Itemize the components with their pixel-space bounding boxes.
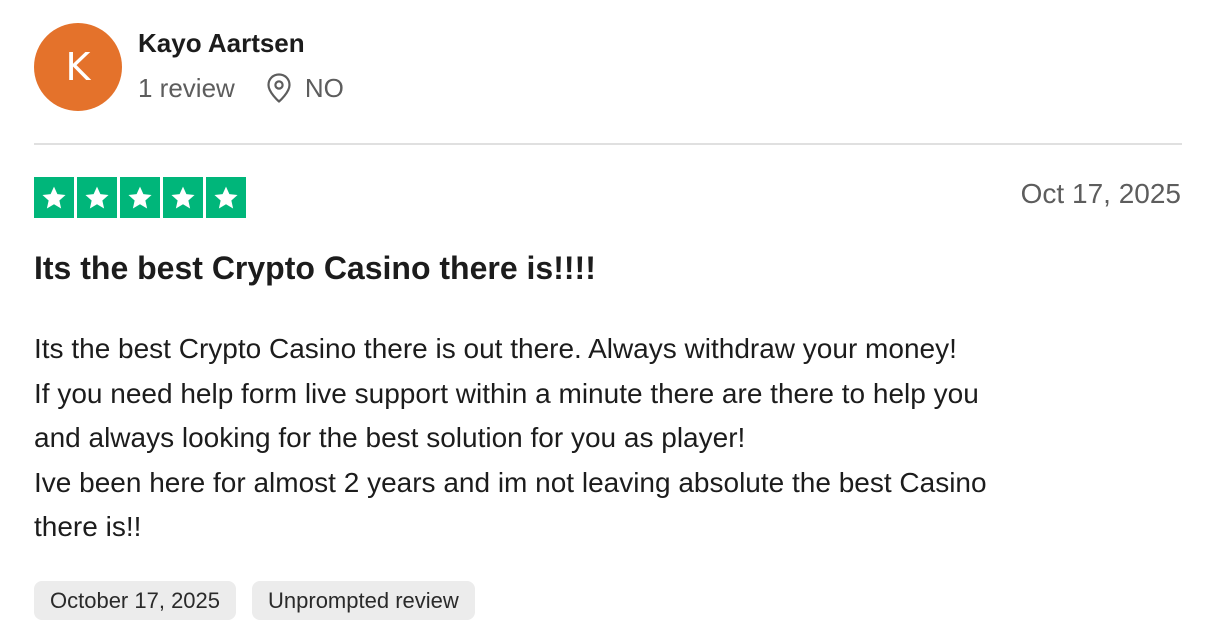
reviewer-country: NO xyxy=(304,72,344,103)
review-title[interactable]: Its the best Crypto Casino there is!!!! xyxy=(34,250,596,287)
location-pin-icon xyxy=(265,72,293,104)
review-body-line: Ive been here for almost 2 years and im … xyxy=(34,466,987,498)
review-body-line: If you need help form live support withi… xyxy=(34,377,979,409)
star-rating xyxy=(34,177,246,218)
reviewer-meta: 1 review NO xyxy=(138,70,344,106)
review-count: 1 review xyxy=(138,72,235,103)
review-tags: October 17, 2025 Unprompted review xyxy=(34,581,475,620)
avatar[interactable]: K xyxy=(34,23,122,111)
star-icon xyxy=(34,177,74,218)
review-date: Oct 17, 2025 xyxy=(1020,178,1181,209)
review-body-line: there is!! xyxy=(34,511,142,542)
review-body: Its the best Crypto Casino there is out … xyxy=(34,327,1174,550)
star-icon xyxy=(77,177,117,218)
reviewer-name[interactable]: Kayo Aartsen xyxy=(138,28,305,59)
unprompted-review-tag[interactable]: Unprompted review xyxy=(252,581,475,620)
star-icon xyxy=(120,177,160,218)
star-icon xyxy=(206,177,246,218)
review-body-line: Its the best Crypto Casino there is out … xyxy=(34,333,957,364)
review-body-line: and always looking for the best solution… xyxy=(34,422,746,453)
divider xyxy=(34,143,1182,145)
experience-date-tag: October 17, 2025 xyxy=(34,581,237,620)
avatar-initial: K xyxy=(65,45,91,89)
star-icon xyxy=(163,177,203,218)
